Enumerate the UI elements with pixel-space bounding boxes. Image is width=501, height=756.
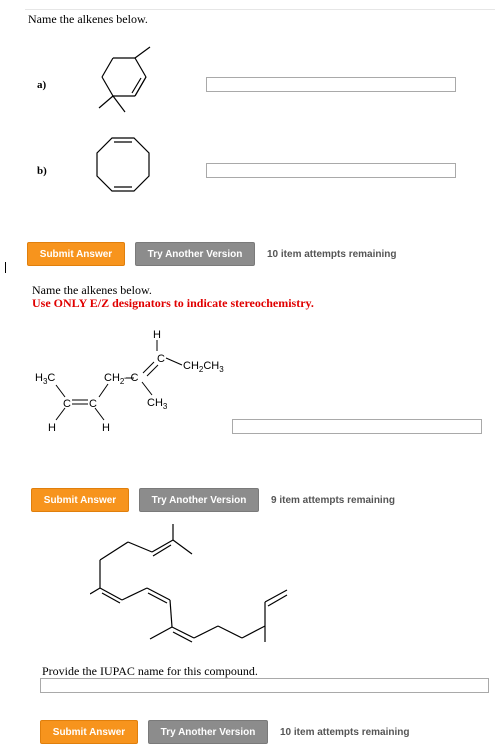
- text-cursor: [5, 262, 6, 273]
- label-h3c: H3C: [35, 372, 55, 386]
- try-another-version-button-1[interactable]: Try Another Version: [135, 242, 255, 266]
- structure-2-condensed: H C CH2CH3 CH2–C CH3 H3C C C H H: [35, 329, 224, 433]
- attempts-remaining-1: 10 item attempts remaining: [267, 249, 397, 260]
- label-h-top: H: [153, 329, 161, 341]
- submit-answer-button-1[interactable]: Submit Answer: [27, 242, 125, 266]
- submit-answer-button-3[interactable]: Submit Answer: [40, 720, 138, 744]
- label-c-right: C: [89, 398, 97, 410]
- label-c-top: C: [157, 353, 165, 365]
- problem2-instruction: Use ONLY E/Z designators to indicate ste…: [32, 296, 314, 310]
- problem1-label-a: a): [37, 79, 47, 91]
- answer-input-3[interactable]: [40, 678, 489, 693]
- structure-a-cyclohexene: [98, 46, 151, 113]
- submit-answer-button-2[interactable]: Submit Answer: [31, 488, 129, 512]
- label-ch2: CH2–C: [104, 372, 138, 386]
- structure-b-cyclooctene: [96, 137, 150, 192]
- structure-3-skeletal: [90, 524, 288, 643]
- answer-input-2[interactable]: [232, 419, 482, 434]
- label-h-left: H: [48, 422, 56, 433]
- problem1-label-b: b): [37, 165, 47, 177]
- label-ch3-bottom: CH3: [147, 397, 168, 411]
- problem1-prompt: Name the alkenes below.: [28, 12, 148, 26]
- attempts-remaining-2: 9 item attempts remaining: [271, 495, 395, 506]
- answer-input-a[interactable]: [206, 77, 456, 92]
- top-divider: [25, 9, 495, 10]
- label-c-left: C: [63, 398, 71, 410]
- try-another-version-button-2[interactable]: Try Another Version: [139, 488, 259, 512]
- label-h-right: H: [102, 422, 110, 433]
- attempts-remaining-3: 10 item attempts remaining: [280, 727, 410, 738]
- problem3-prompt: Provide the IUPAC name for this compound…: [42, 664, 258, 678]
- try-another-version-button-3[interactable]: Try Another Version: [148, 720, 268, 744]
- answer-input-b[interactable]: [206, 163, 456, 178]
- label-ch2ch3: CH2CH3: [183, 360, 224, 374]
